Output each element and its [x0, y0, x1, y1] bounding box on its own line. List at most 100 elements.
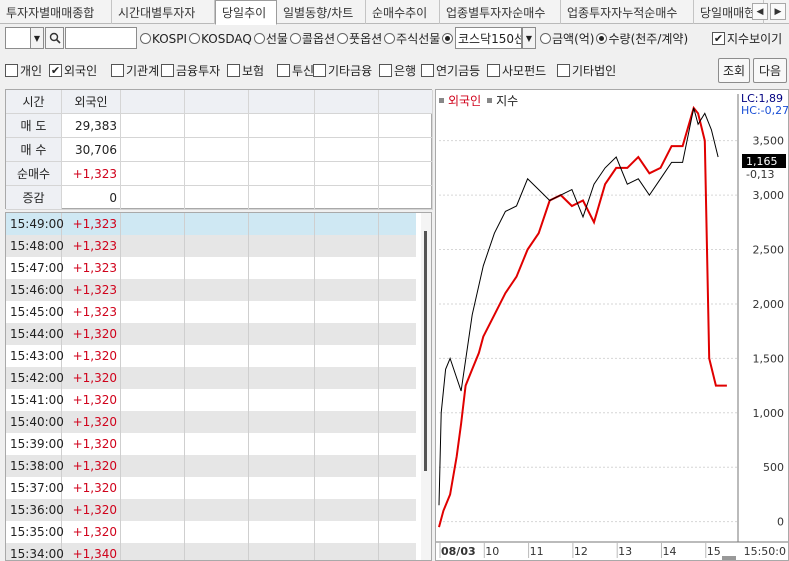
table-row[interactable]: 15:47:00 +1,323	[6, 257, 416, 279]
y-tick-label: 500	[763, 461, 784, 474]
filter-7[interactable]: 은행	[379, 62, 416, 79]
radio-market_radios-3[interactable]: 콜옵션	[289, 30, 335, 47]
radio-unit_radios-0[interactable]: 금액(억)	[540, 30, 594, 47]
table-row[interactable]: 15:40:00 +1,320	[6, 411, 416, 433]
filter-checkbox[interactable]	[161, 64, 174, 77]
series-line-index	[438, 107, 719, 506]
row-empty-cell	[185, 279, 249, 301]
row-empty-cell	[185, 345, 249, 367]
tab-6[interactable]: 업종투자자누적순매수	[561, 0, 694, 24]
filter-2[interactable]: 기관계	[111, 62, 159, 79]
radio-market_radios-5[interactable]: 주식선물	[384, 30, 440, 47]
table-row[interactable]: 15:48:00 +1,323	[6, 235, 416, 257]
radio-unit_radios-1[interactable]: 수량(천주/계약)	[596, 30, 688, 47]
filter-label: 투신	[292, 64, 315, 78]
row-time: 15:38:00	[6, 455, 64, 477]
summary-row-label: 매 수	[6, 138, 62, 161]
row-time: 15:46:00	[6, 279, 64, 301]
filter-10[interactable]: 기타법인	[557, 62, 616, 79]
query-button[interactable]: 조회	[718, 58, 750, 83]
chart-scroll-handle[interactable]	[722, 556, 736, 560]
row-empty-cell	[185, 301, 249, 323]
row-empty-cell	[121, 323, 185, 345]
filter-checkbox[interactable]	[487, 64, 500, 77]
row-time: 15:39:00	[6, 433, 64, 455]
table-row[interactable]: 15:39:00 +1,320	[6, 433, 416, 455]
tab-1[interactable]: 시간대별투자자	[112, 0, 215, 24]
table-row[interactable]: 15:35:00 +1,320	[6, 521, 416, 543]
radio-market_radios-0[interactable]: KOSPI	[140, 32, 187, 46]
table-row[interactable]: 15:41:00 +1,320	[6, 389, 416, 411]
filter-checkbox[interactable]	[421, 64, 434, 77]
code-input[interactable]	[65, 27, 137, 49]
row-empty-cell	[121, 521, 185, 543]
table-row[interactable]: 15:43:00 +1,320	[6, 345, 416, 367]
tab-0[interactable]: 투자자별매매종합	[0, 0, 112, 24]
row-empty-cell	[121, 345, 185, 367]
filter-9[interactable]: 사모펀드	[487, 62, 546, 79]
code-combo-dropdown[interactable]: ▼	[30, 27, 44, 49]
filter-checkbox[interactable]	[557, 64, 570, 77]
table-row[interactable]: 15:38:00 +1,320	[6, 455, 416, 477]
filter-checkbox[interactable]	[227, 64, 240, 77]
code-combo[interactable]	[5, 27, 31, 49]
list-scrollbar-thumb[interactable]	[424, 231, 427, 471]
filter-1[interactable]: ✔ 외국인	[49, 62, 97, 79]
row-empty-cell	[315, 345, 379, 367]
tab-4[interactable]: 순매수추이	[366, 0, 440, 24]
filter-0[interactable]: 개인	[5, 62, 42, 79]
table-row[interactable]: 15:34:00 +1,340	[6, 543, 416, 560]
table-row[interactable]: 15:37:00 +1,320	[6, 477, 416, 499]
filter-3[interactable]: 금융투자	[161, 62, 220, 79]
next-button[interactable]: 다음	[753, 58, 787, 83]
search-button[interactable]	[45, 27, 64, 49]
filter-4[interactable]: 보험	[227, 62, 264, 79]
table-row[interactable]: 15:46:00 +1,323	[6, 279, 416, 301]
summary-empty-cell	[379, 114, 433, 137]
table-row[interactable]: 15:44:00 +1,320	[6, 323, 416, 345]
row-time: 15:43:00	[6, 345, 64, 367]
radio-market_radios-1[interactable]: KOSDAQ	[189, 32, 252, 46]
row-value: +1,320	[62, 345, 121, 367]
filter-checkbox[interactable]	[379, 64, 392, 77]
radio-label: 주식선물	[396, 32, 441, 46]
row-time: 15:49:00	[6, 213, 64, 235]
table-row[interactable]: 15:42:00 +1,320	[6, 367, 416, 389]
tab-3[interactable]: 일별동향/차트	[277, 0, 366, 24]
row-empty-cell	[315, 433, 379, 455]
table-row[interactable]: 15:49:00 +1,323	[6, 213, 416, 235]
x-tick-label: 12	[574, 545, 588, 558]
filter-8[interactable]: 연기금등	[421, 62, 480, 79]
list-scrollbar[interactable]	[421, 213, 431, 560]
filter-6[interactable]: 기타금융	[313, 62, 372, 79]
filter-checkbox[interactable]: ✔	[49, 64, 62, 77]
summary-row-value: 30,706	[62, 138, 121, 161]
row-empty-cell	[249, 543, 315, 560]
row-empty-cell	[249, 279, 315, 301]
summary-row-value: +1,323	[62, 162, 121, 185]
row-empty-cell	[315, 499, 379, 521]
show-index-checkbox[interactable]: ✔	[712, 32, 725, 45]
tab-next-button[interactable]: ▶	[770, 3, 786, 20]
filter-checkbox[interactable]	[277, 64, 290, 77]
filter-5[interactable]: 투신	[277, 62, 314, 79]
radio-market_radios-4[interactable]: 풋옵션	[337, 30, 382, 47]
radio-market_radios-2[interactable]: 선물	[253, 30, 288, 47]
table-row[interactable]: 15:36:00 +1,320	[6, 499, 416, 521]
filter-checkbox[interactable]	[313, 64, 326, 77]
index-select-dropdown[interactable]: ▼	[522, 27, 536, 49]
row-empty-cell	[121, 433, 185, 455]
summary-row: 매 수 30,706	[6, 138, 433, 162]
summary-empty-cell	[121, 186, 185, 209]
show-index-toggle[interactable]: ✔ 지수보이기	[712, 30, 782, 47]
tab-5[interactable]: 업종별투자자순매수	[440, 0, 561, 24]
x-tick-label: 10	[485, 545, 499, 558]
filter-checkbox[interactable]	[5, 64, 18, 77]
filter-checkbox[interactable]	[111, 64, 124, 77]
index-select[interactable]: 코스닥150선	[455, 27, 522, 49]
tab-prev-button[interactable]: ◀	[752, 3, 768, 20]
tab-2[interactable]: 당일추이	[215, 0, 277, 25]
table-row[interactable]: 15:45:00 +1,323	[6, 301, 416, 323]
radio-market_radios-6[interactable]	[442, 33, 454, 44]
summary-empty-cell	[315, 138, 379, 161]
